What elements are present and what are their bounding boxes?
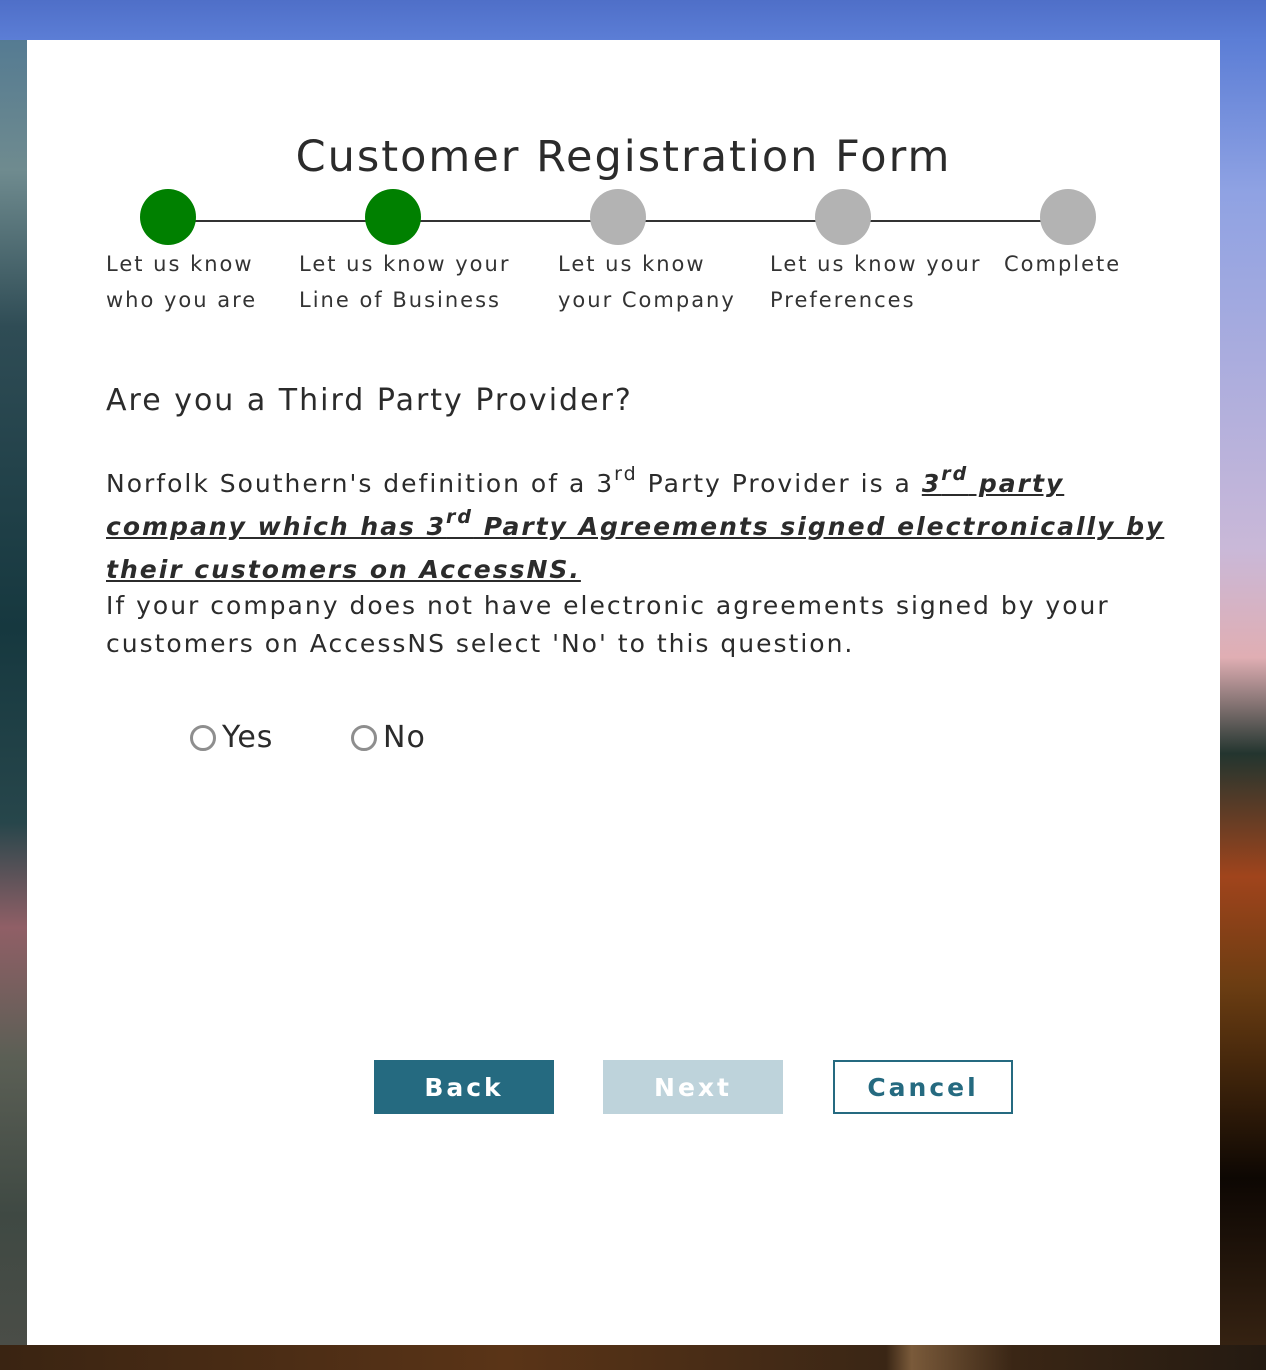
step-5-indicator bbox=[1040, 189, 1096, 245]
back-button[interactable]: Back bbox=[374, 1060, 554, 1114]
step-3-label: Let us know your Company bbox=[558, 246, 736, 318]
step-2-label: Let us know your Line of Business bbox=[299, 246, 510, 318]
radio-option-no[interactable]: No bbox=[351, 720, 426, 755]
step-5-label: Complete bbox=[1004, 246, 1121, 282]
emphasis-superscript-2: rd bbox=[446, 506, 474, 528]
step-1-label-line2: who you are bbox=[106, 288, 258, 312]
definition-superscript: rd bbox=[614, 463, 638, 485]
emphasis-superscript-1: rd bbox=[941, 463, 969, 485]
step-4-indicator bbox=[815, 189, 871, 245]
registration-card: Customer Registration Form Let us know w… bbox=[27, 40, 1220, 1345]
radio-option-yes[interactable]: Yes bbox=[190, 720, 273, 755]
cancel-button[interactable]: Cancel bbox=[833, 1060, 1013, 1114]
step-2-label-line1: Let us know your bbox=[299, 252, 511, 276]
radio-no-label[interactable]: No bbox=[383, 720, 426, 755]
step-5-label-line1: Complete bbox=[1004, 252, 1122, 276]
step-1-label: Let us know who you are bbox=[106, 246, 257, 318]
definition-intro: Norfolk Southern's definition of a 3 bbox=[106, 469, 615, 498]
step-4-label-line1: Let us know your bbox=[770, 252, 982, 276]
step-3-label-line2: your Company bbox=[558, 288, 736, 312]
radio-no-circle[interactable] bbox=[351, 724, 377, 751]
step-1-label-line1: Let us know bbox=[106, 252, 254, 276]
step-4-label-line2: Preferences bbox=[770, 288, 916, 312]
step-3-label-line1: Let us know bbox=[558, 252, 706, 276]
step-3-indicator bbox=[590, 189, 646, 245]
third-party-definition: Norfolk Southern's definition of a 3rd P… bbox=[106, 462, 1196, 591]
radio-yes-label[interactable]: Yes bbox=[222, 720, 273, 755]
step-2-label-line2: Line of Business bbox=[299, 288, 501, 312]
step-2-indicator bbox=[365, 189, 421, 245]
emphasis-part-1: 3 bbox=[921, 469, 942, 498]
question-heading: Are you a Third Party Provider? bbox=[106, 383, 633, 418]
radio-yes-circle[interactable] bbox=[190, 724, 216, 751]
form-title: Customer Registration Form bbox=[295, 132, 952, 182]
step-1-indicator bbox=[140, 189, 196, 245]
background-left-edge bbox=[0, 40, 27, 1345]
next-button[interactable]: Next bbox=[603, 1060, 783, 1114]
background-bottom-edge bbox=[0, 1345, 1266, 1370]
step-4-label: Let us know your Preferences bbox=[770, 246, 981, 318]
followup-instruction: If your company does not have electronic… bbox=[106, 591, 1110, 658]
definition-mid: Party Provider is a bbox=[637, 469, 922, 498]
